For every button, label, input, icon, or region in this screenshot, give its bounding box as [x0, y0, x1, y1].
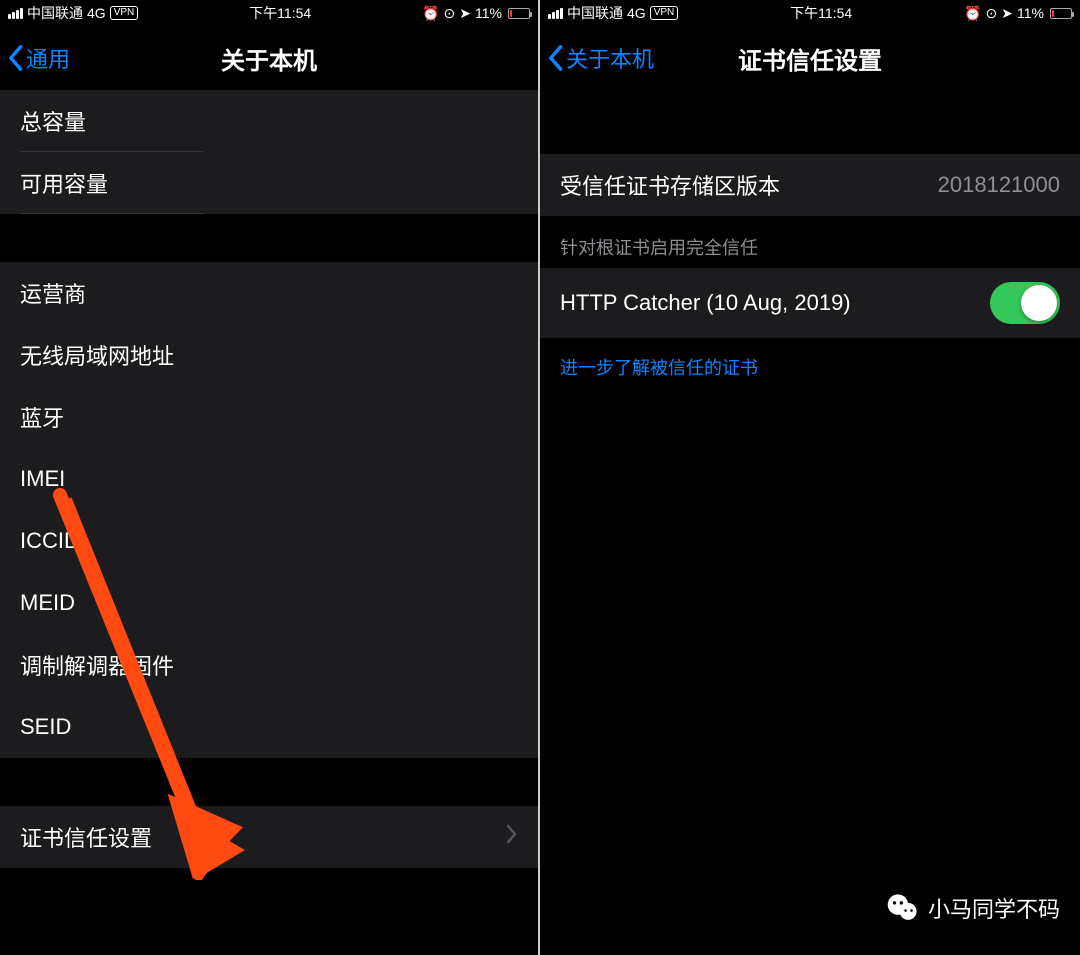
network-label: 4G: [87, 5, 106, 21]
page-title: 关于本机: [221, 41, 317, 76]
row-total-capacity[interactable]: 总容量: [0, 90, 538, 152]
alarm-icon: ⏰: [964, 5, 981, 22]
row-label: 总容量: [20, 105, 86, 137]
page-title: 证书信任设置: [738, 41, 882, 76]
status-bar: 中国联通 4G VPN 下午11:54 ⏰ ⊙ ➤ 11%: [0, 0, 538, 26]
row-wifi-address[interactable]: 无线局域网地址: [0, 324, 538, 386]
vpn-badge: VPN: [650, 6, 679, 20]
row-label: SEID: [20, 714, 71, 740]
battery-icon: [506, 8, 530, 19]
wechat-icon: [886, 891, 920, 925]
vpn-badge: VPN: [110, 6, 139, 20]
alarm-icon: ⏰: [422, 5, 439, 22]
row-certificate-trust-settings[interactable]: 证书信任设置: [0, 806, 538, 868]
nav-bar: 关于本机 证书信任设置: [540, 26, 1080, 90]
battery-percent: 11%: [475, 5, 502, 21]
row-carrier[interactable]: 运营商: [0, 262, 538, 324]
phone-screen-about: 中国联通 4G VPN 下午11:54 ⏰ ⊙ ➤ 11% 通用 关于本机 总容…: [0, 0, 540, 955]
row-available-capacity[interactable]: 可用容量: [0, 152, 538, 214]
clock-label: 下午11:54: [249, 3, 311, 23]
lock-rotation-icon: ⊙: [986, 5, 998, 22]
row-label: 调制解调器固件: [20, 649, 174, 681]
signal-icon: [8, 8, 23, 19]
signal-icon: [548, 8, 563, 19]
row-label: ICCID: [20, 528, 80, 554]
location-icon: ➤: [459, 5, 471, 22]
phone-screen-cert-trust: 中国联通 4G VPN 下午11:54 ⏰ ⊙ ➤ 11% 关于本机 证书信任设…: [540, 0, 1080, 955]
learn-more-link[interactable]: 进一步了解被信任的证书: [540, 338, 1080, 400]
row-label: 蓝牙: [20, 401, 64, 433]
row-bluetooth[interactable]: 蓝牙: [0, 386, 538, 448]
row-value: 2018121000: [938, 172, 1060, 198]
back-label: 通用: [26, 42, 70, 74]
row-modem-firmware[interactable]: 调制解调器固件: [0, 634, 538, 696]
row-label: IMEI: [20, 466, 65, 492]
carrier-label: 中国联通: [27, 3, 83, 23]
row-label: 无线局域网地址: [20, 339, 174, 371]
location-icon: ➤: [1001, 5, 1013, 22]
separator: [0, 758, 538, 806]
row-trust-store-version: 受信任证书存储区版本 2018121000: [540, 154, 1080, 216]
cert-name-label: HTTP Catcher (10 Aug, 2019): [560, 290, 851, 316]
back-button[interactable]: 通用: [6, 42, 70, 74]
chevron-left-icon: [546, 44, 564, 72]
row-meid[interactable]: MEID: [0, 572, 538, 634]
row-seid[interactable]: SEID: [0, 696, 538, 758]
trust-toggle[interactable]: [990, 282, 1060, 324]
row-label: 受信任证书存储区版本: [560, 169, 780, 201]
back-label: 关于本机: [566, 42, 654, 74]
row-label: 运营商: [20, 277, 86, 309]
back-button[interactable]: 关于本机: [546, 42, 654, 74]
status-bar: 中国联通 4G VPN 下午11:54 ⏰ ⊙ ➤ 11%: [540, 0, 1080, 26]
row-cert-http-catcher: HTTP Catcher (10 Aug, 2019): [540, 268, 1080, 338]
lock-rotation-icon: ⊙: [444, 5, 456, 22]
row-label: MEID: [20, 590, 75, 616]
battery-icon: [1048, 8, 1072, 19]
chevron-right-icon: [506, 824, 518, 850]
battery-percent: 11%: [1017, 5, 1044, 21]
network-label: 4G: [627, 5, 646, 21]
row-label: 证书信任设置: [20, 821, 152, 853]
section-header: 针对根证书启用完全信任: [540, 216, 1080, 268]
row-iccid[interactable]: ICCID: [0, 510, 538, 572]
watermark: 小马同学不码: [886, 891, 1060, 925]
row-imei[interactable]: IMEI: [0, 448, 538, 510]
clock-label: 下午11:54: [790, 3, 852, 23]
row-label: 可用容量: [20, 167, 108, 199]
nav-bar: 通用 关于本机: [0, 26, 538, 90]
watermark-text: 小马同学不码: [928, 892, 1060, 924]
separator: [0, 214, 538, 262]
chevron-left-icon: [6, 44, 24, 72]
carrier-label: 中国联通: [567, 3, 623, 23]
separator: [540, 90, 1080, 154]
